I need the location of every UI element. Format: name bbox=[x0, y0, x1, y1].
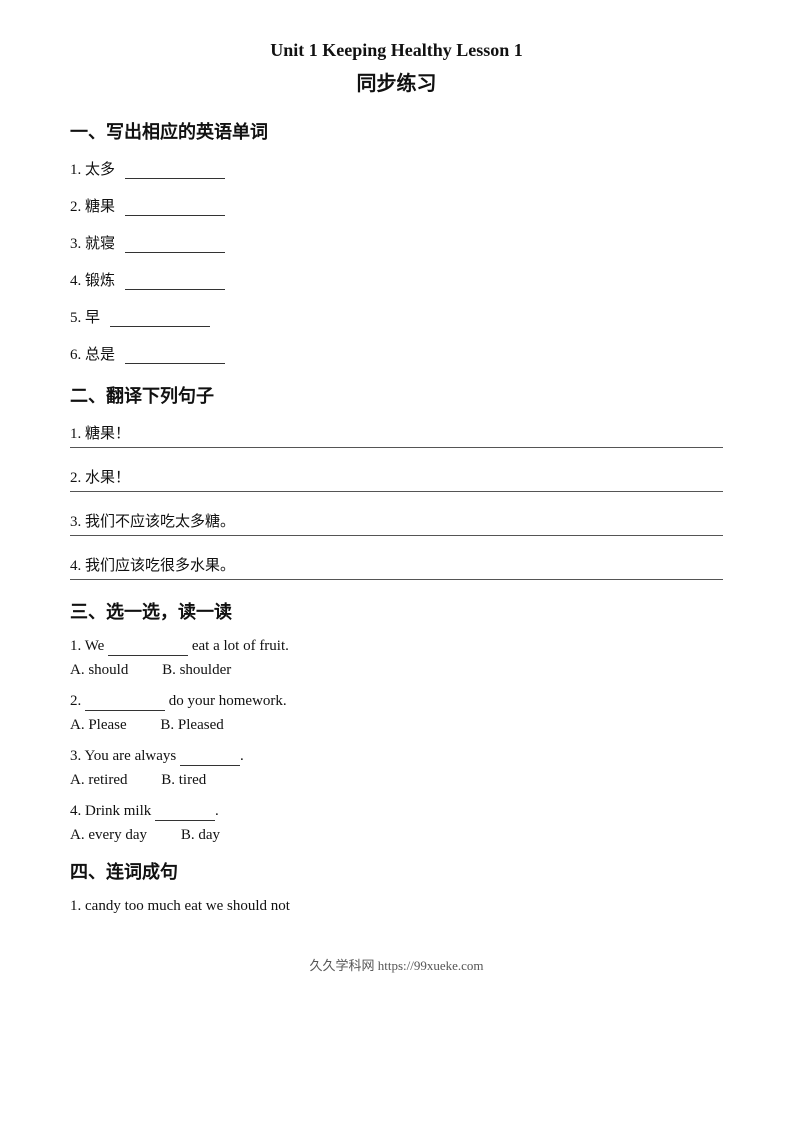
section2-items: 1. 糖果！ 2. 水果！ 3. 我们不应该吃太多糖。 4. 我们应该吃很多水果… bbox=[70, 422, 723, 580]
item-num: 5. 早 bbox=[70, 306, 100, 327]
option-a: A. should bbox=[70, 662, 128, 678]
list-item: 4. Drink milk . bbox=[70, 803, 723, 821]
option-a: A. Please bbox=[70, 717, 127, 733]
section3-title: 三、选一选，读一读 bbox=[70, 598, 723, 624]
item-text: 3. 我们不应该吃太多糖。 bbox=[70, 510, 235, 531]
item-text: 1. 糖果！ bbox=[70, 422, 130, 443]
answer-line bbox=[70, 579, 723, 580]
item-text: 2. 水果！ bbox=[70, 466, 130, 487]
option-b: B. tired bbox=[161, 772, 206, 788]
item-text: do your homework. bbox=[165, 693, 287, 709]
item-num: 4. Drink milk bbox=[70, 803, 155, 819]
list-item: 4. 我们应该吃很多水果。 bbox=[70, 554, 723, 575]
answer-blank[interactable] bbox=[85, 693, 165, 711]
page-title-en: Unit 1 Keeping Healthy Lesson 1 bbox=[70, 40, 723, 61]
list-item: 3. 就寝 bbox=[70, 232, 723, 253]
option-b: B. shoulder bbox=[162, 662, 231, 678]
list-item: 5. 早 bbox=[70, 306, 723, 327]
section1-items: 1. 太多 2. 糖果 3. 就寝 4. 锻炼 5. 早 6. 总是 bbox=[70, 158, 723, 364]
list-item: 1. We eat a lot of fruit. bbox=[70, 638, 723, 656]
section1-title: 一、写出相应的英语单词 bbox=[70, 118, 723, 144]
item-text: . bbox=[240, 748, 244, 764]
option-a: A. retired bbox=[70, 772, 127, 788]
answer-line bbox=[70, 491, 723, 492]
list-item: 1. 糖果！ bbox=[70, 422, 723, 443]
item-num: 6. 总是 bbox=[70, 343, 115, 364]
answer-blank[interactable] bbox=[108, 638, 188, 656]
list-item: 6. 总是 bbox=[70, 343, 723, 364]
answer-blank[interactable] bbox=[110, 309, 210, 327]
answer-blank[interactable] bbox=[125, 198, 225, 216]
answer-line bbox=[70, 535, 723, 536]
answer-blank[interactable] bbox=[125, 346, 225, 364]
list-item: 2. 水果！ bbox=[70, 466, 723, 487]
item-num: 4. 锻炼 bbox=[70, 269, 115, 290]
list-item: 4. 锻炼 bbox=[70, 269, 723, 290]
page-title-cn: 同步练习 bbox=[70, 67, 723, 96]
item-text: . bbox=[215, 803, 219, 819]
list-item: 2. do your homework. bbox=[70, 693, 723, 711]
option-b: B. Pleased bbox=[160, 717, 223, 733]
list-item: 3. 我们不应该吃太多糖。 bbox=[70, 510, 723, 531]
answer-blank[interactable] bbox=[125, 161, 225, 179]
option-a: A. every day bbox=[70, 827, 147, 843]
choice-options: A. should B. shoulder bbox=[70, 662, 723, 679]
answer-line bbox=[70, 447, 723, 448]
answer-blank[interactable] bbox=[180, 748, 240, 766]
item-text: eat a lot of fruit. bbox=[188, 638, 289, 654]
answer-blank[interactable] bbox=[155, 803, 215, 821]
list-item: 1. 太多 bbox=[70, 158, 723, 179]
item-text: 4. 我们应该吃很多水果。 bbox=[70, 554, 235, 575]
section4-title: 四、连词成句 bbox=[70, 858, 723, 884]
item-num: 1. candy too much eat we should not bbox=[70, 898, 290, 914]
choice-options: A. every day B. day bbox=[70, 827, 723, 844]
choice-options: A. Please B. Pleased bbox=[70, 717, 723, 734]
option-b: B. day bbox=[181, 827, 220, 843]
section3-items: 1. We eat a lot of fruit. A. should B. s… bbox=[70, 638, 723, 844]
list-item: 1. candy too much eat we should not bbox=[70, 898, 723, 915]
item-num: 1. We bbox=[70, 638, 108, 654]
answer-blank[interactable] bbox=[125, 235, 225, 253]
item-num: 2. 糖果 bbox=[70, 195, 115, 216]
list-item: 3. You are always . bbox=[70, 748, 723, 766]
choice-options: A. retired B. tired bbox=[70, 772, 723, 789]
footer-text: 久久学科网 https://99xueke.com bbox=[70, 955, 723, 974]
section4-items: 1. candy too much eat we should not bbox=[70, 898, 723, 915]
list-item: 2. 糖果 bbox=[70, 195, 723, 216]
section2-title: 二、翻译下列句子 bbox=[70, 382, 723, 408]
item-num: 3. You are always bbox=[70, 748, 180, 764]
item-num: 1. 太多 bbox=[70, 158, 115, 179]
answer-blank[interactable] bbox=[125, 272, 225, 290]
item-num: 2. bbox=[70, 693, 85, 709]
item-num: 3. 就寝 bbox=[70, 232, 115, 253]
